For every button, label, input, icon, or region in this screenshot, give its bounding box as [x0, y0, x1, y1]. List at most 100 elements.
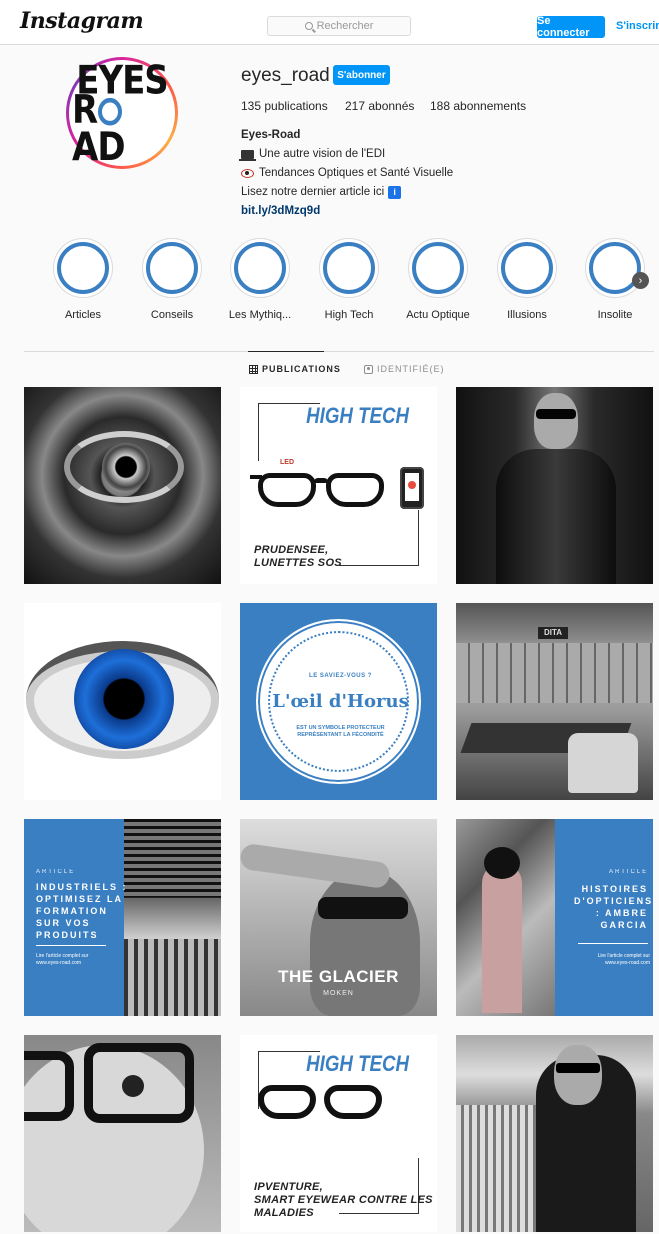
- bio-link[interactable]: bit.ly/3dMzq9d: [241, 202, 453, 221]
- highlight-conseils[interactable]: Conseils: [132, 238, 212, 321]
- woman-figure: [482, 863, 522, 1013]
- sunglasses-shape: [536, 409, 576, 419]
- tagged-icon: [364, 364, 373, 374]
- article-divider: [36, 945, 106, 946]
- highlight-high-tech[interactable]: High Tech: [309, 238, 389, 321]
- highlight-label: Conseils: [150, 309, 194, 321]
- bio-line-1-text: Une autre vision de l'EDI: [259, 148, 386, 160]
- highlight-cover: [319, 238, 379, 298]
- stat-following[interactable]: 188 abonnements: [430, 99, 526, 113]
- post-high-tech-prudensee[interactable]: HIGH TECH LED PRUDENSEE, LUNETTES SOS: [240, 387, 437, 584]
- audience-shape: [124, 939, 221, 1016]
- search-placeholder: Rechercher: [316, 20, 374, 32]
- tab-tagged-label: IDENTIFIÉ(E): [377, 364, 445, 374]
- post-article-histoires[interactable]: ARTICLE HISTOIRES D'OPTICIENS : AMBRE GA…: [456, 819, 653, 1016]
- glasses-frame-left: [24, 1051, 74, 1121]
- chevron-right-icon[interactable]: ›: [632, 272, 649, 289]
- highlight-cover: [497, 238, 557, 298]
- frame-corner: [339, 510, 419, 566]
- profile-bio: Eyes-Road Une autre vision de l'EDI Tend…: [239, 126, 453, 221]
- highlight-cover: [53, 238, 113, 298]
- post-title: HIGH TECH: [306, 1051, 409, 1076]
- post-title: HIGH TECH: [306, 403, 409, 428]
- article-divider: [578, 943, 648, 944]
- bio-line-3-text: Lisez notre dernier article ici: [241, 186, 385, 198]
- sunglasses-shape: [556, 1063, 600, 1073]
- eye-iris-shape: [102, 443, 150, 491]
- avatar-o-circle: [98, 97, 123, 126]
- highlight-cover: [142, 238, 202, 298]
- horus-badge: LE SAVIEZ-VOUS ? L'œil d'Horus EST UN SY…: [256, 619, 421, 784]
- model-body: [496, 449, 616, 584]
- article-title: HISTOIRES D'OPTICIENS : AMBRE GARCIA: [574, 884, 653, 930]
- article-link-text: Lire l'article complet sur www.eyes-road…: [597, 953, 650, 966]
- post-fashion-model[interactable]: [456, 387, 653, 584]
- info-icon: i: [388, 186, 402, 199]
- article-kicker: ARTICLE: [609, 869, 649, 875]
- highlight-label: Articles: [64, 309, 102, 321]
- store-chair: [568, 733, 638, 793]
- glasses-lens-right: [324, 1085, 382, 1119]
- horus-title: L'œil d'Horus: [272, 691, 409, 712]
- blue-iris: [74, 649, 174, 749]
- tabs-divider: [24, 351, 654, 352]
- avatar-logo: EYES RAD: [69, 60, 175, 167]
- post-the-glacier[interactable]: THE GLACIER MOKEN: [240, 819, 437, 1016]
- highlight-label: Insolite: [597, 309, 633, 321]
- stat-followers[interactable]: 217 abonnés: [345, 99, 414, 113]
- glasses-illustration: [250, 465, 390, 507]
- post-blue-eye[interactable]: [24, 603, 221, 800]
- highlight-articles[interactable]: Articles: [43, 238, 123, 321]
- highlight-cover: [585, 238, 645, 298]
- post-eye-sculpture[interactable]: [24, 387, 221, 584]
- glasses-lens-left: [258, 1085, 316, 1119]
- profile-username: eyes_road: [241, 65, 330, 86]
- stat-posts: 135 publications: [241, 99, 328, 113]
- bio-name: Eyes-Road: [241, 129, 301, 141]
- avatar-letters-ad: AD: [72, 124, 126, 171]
- highlight-cover: [230, 238, 290, 298]
- post-man-city[interactable]: [456, 1035, 653, 1232]
- post-child-glasses[interactable]: [24, 1035, 221, 1232]
- avatar-text-line2: RAD: [72, 91, 172, 167]
- highlight-illusions[interactable]: Illusions: [487, 238, 567, 321]
- highlight-les-mythiques[interactable]: Les Mythiq...: [220, 238, 300, 321]
- store-shelves: [456, 643, 653, 703]
- woman-hair: [484, 847, 520, 879]
- bio-line-2: Tendances Optiques et Santé Visuelle: [241, 164, 453, 183]
- follow-button[interactable]: S'abonner: [333, 65, 390, 85]
- child-pupil: [122, 1075, 144, 1097]
- post-caption: PRUDENSEE, LUNETTES SOS: [254, 544, 342, 569]
- login-button[interactable]: Se connecter: [537, 15, 605, 39]
- post-brand-sub: MOKEN: [323, 990, 354, 997]
- highlight-label: Les Mythiq...: [228, 309, 292, 321]
- post-oeil-horus[interactable]: LE SAVIEZ-VOUS ? L'œil d'Horus EST UN SY…: [240, 603, 437, 800]
- highlight-label: Actu Optique: [406, 309, 470, 321]
- article-title: INDUSTRIELS : OPTIMISEZ LA FORMATION SUR…: [36, 882, 128, 940]
- signup-link[interactable]: S'inscrire: [616, 20, 659, 32]
- profile-avatar[interactable]: EYES RAD: [66, 57, 178, 169]
- eye-icon: [241, 169, 254, 178]
- store-sign: DITA: [538, 627, 568, 639]
- instagram-logo[interactable]: Instagram: [20, 8, 144, 34]
- man-arm: [240, 842, 392, 890]
- top-bar: Instagram Rechercher Se connecter S'insc…: [0, 0, 659, 45]
- post-optical-store[interactable]: DITA: [456, 603, 653, 800]
- post-caption: IPVENTURE, SMART EYEWEAR CONTRE LES MALA…: [254, 1181, 433, 1219]
- active-tab-indicator: [248, 351, 324, 352]
- tab-tagged[interactable]: IDENTIFIÉ(E): [364, 364, 445, 374]
- post-brand: THE GLACIER: [278, 967, 399, 986]
- phone-icon: [400, 467, 424, 509]
- highlight-label: Illusions: [507, 309, 547, 321]
- story-highlights: Articles Conseils Les Mythiq... High Tec…: [0, 238, 659, 321]
- post-high-tech-ipventure[interactable]: HIGH TECH IPVENTURE, SMART EYEWEAR CONTR…: [240, 1035, 437, 1232]
- grid-icon: [249, 364, 258, 374]
- article-kicker: ARTICLE: [36, 869, 76, 875]
- search-input[interactable]: Rechercher: [267, 16, 411, 36]
- horus-subtitle: EST UN SYMBOLE PROTECTEUR REPRÉSENTANT L…: [296, 725, 385, 738]
- post-article-industriels[interactable]: ARTICLE INDUSTRIELS : OPTIMISEZ LA FORMA…: [24, 819, 221, 1016]
- highlight-actu-optique[interactable]: Actu Optique: [398, 238, 478, 321]
- bio-line-1: Une autre vision de l'EDI: [239, 145, 453, 164]
- bio-line-3: Lisez notre dernier article ici i: [241, 183, 453, 202]
- tab-publications[interactable]: PUBLICATIONS: [249, 364, 341, 374]
